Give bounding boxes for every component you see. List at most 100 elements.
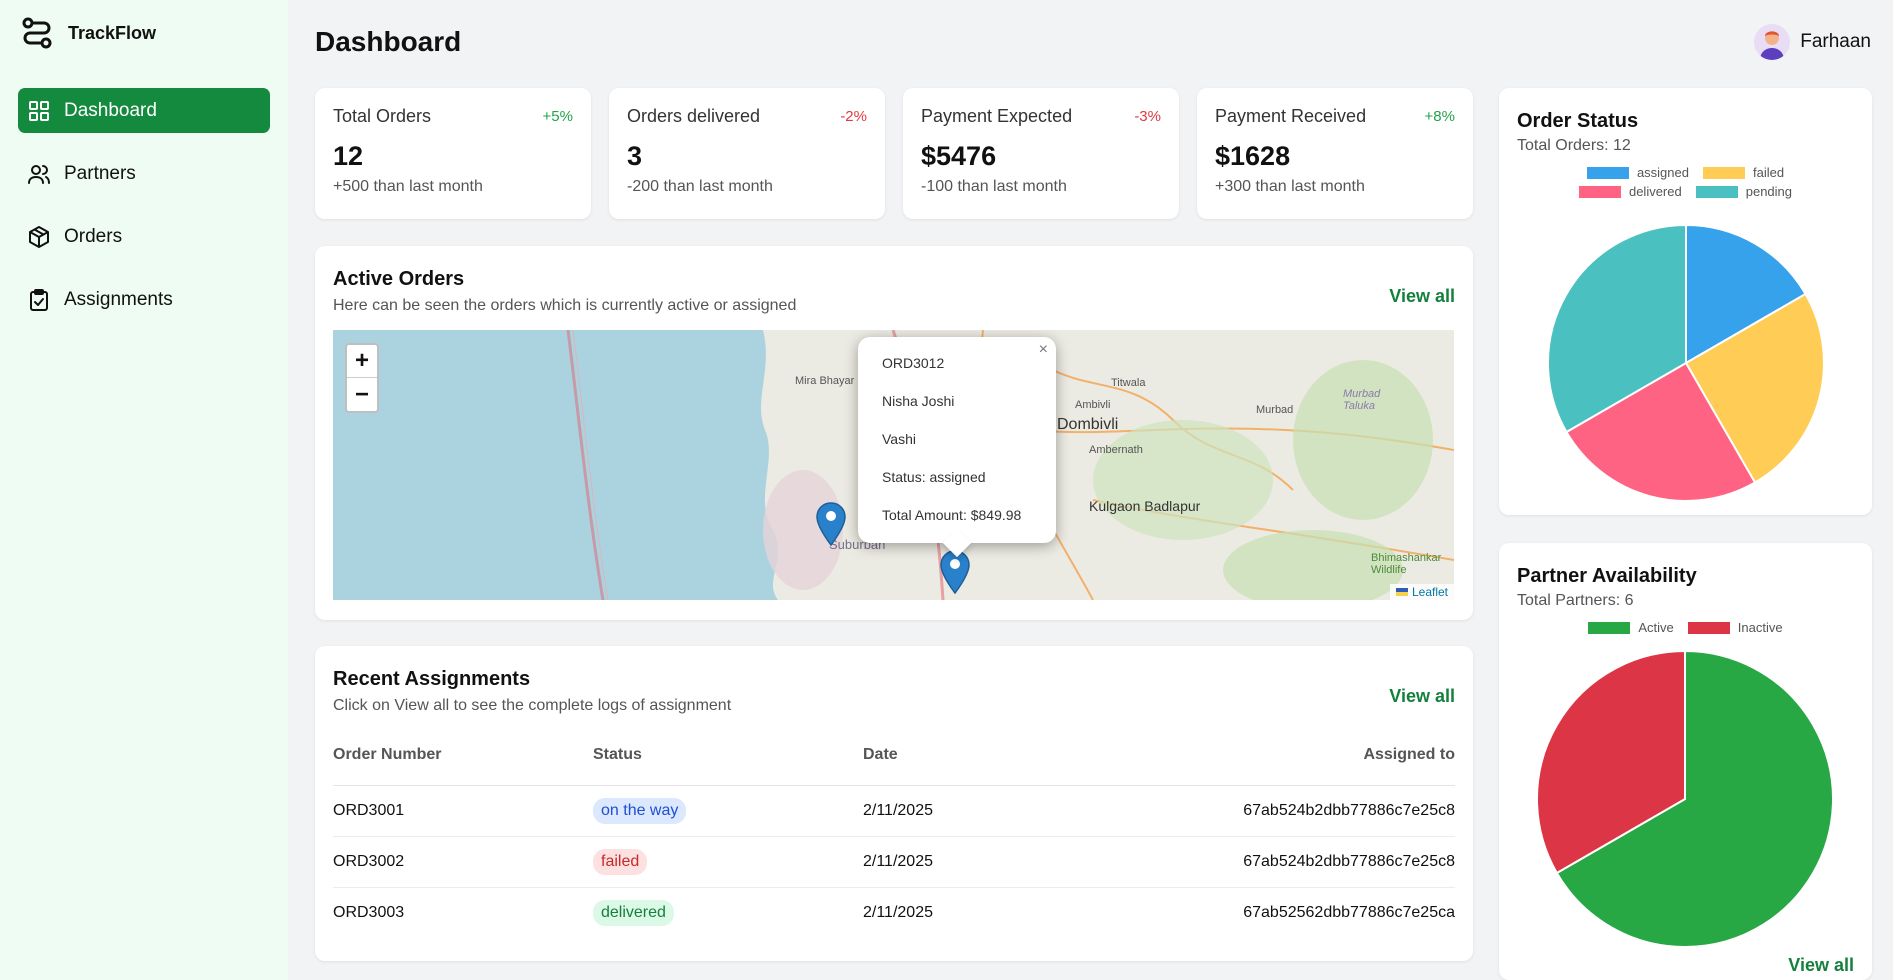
section-title: Active Orders (333, 268, 465, 290)
stat-value: 12 (333, 141, 364, 171)
legend-label: pending (1745, 184, 1793, 199)
sidebar: TrackFlow Dashboard Partners Orders Assi… (0, 0, 288, 980)
legend-item[interactable]: assigned (1586, 165, 1689, 180)
map-attribution[interactable]: Leaflet (1389, 584, 1454, 600)
legend-label: failed (1752, 165, 1785, 180)
avatar (1754, 24, 1791, 60)
stat-comparison: +300 than last month (1215, 178, 1365, 195)
sidebar-nav: Dashboard Partners Orders Assignments (18, 88, 270, 340)
user-menu[interactable]: Farhaan (1754, 24, 1871, 60)
recent-assignments-card: Recent Assignments Click on View all to … (315, 646, 1473, 961)
table-row[interactable]: ORD3003 delivered 2/11/2025 67ab52562dbb… (333, 887, 1455, 938)
status-badge: delivered (593, 899, 674, 926)
brand[interactable]: TrackFlow (20, 16, 156, 50)
legend-swatch (1588, 621, 1631, 634)
legend-item[interactable]: failed (1702, 165, 1785, 180)
partner-availability-card: Partner Availability Total Partners: 6 A… (1499, 543, 1872, 980)
user-name: Farhaan (1800, 31, 1871, 52)
route-logo-icon (22, 17, 52, 49)
column-header[interactable]: Status (593, 725, 863, 786)
stat-label: Total Orders (333, 106, 432, 126)
date: 2/11/2025 (863, 903, 933, 921)
date: 2/11/2025 (863, 836, 1011, 888)
sidebar-item-orders[interactable]: Orders (18, 214, 270, 259)
grid-icon (28, 100, 50, 122)
status-cell: failed (593, 836, 863, 888)
status-badge: failed (593, 848, 648, 875)
popup-status: Status: assigned (882, 469, 986, 485)
zoom-out-button[interactable]: − (347, 378, 377, 411)
assigned-to: 67ab524b2dbb77886c7e25c8 (1010, 785, 1455, 837)
popup-order-number: ORD3012 (882, 355, 945, 371)
view-all-link[interactable]: View all (1389, 686, 1455, 707)
column-header[interactable]: Date (863, 725, 1011, 786)
assigned-to: 67ab524b2dbb77886c7e25c8 (1010, 836, 1455, 888)
assigned-to: 67ab52562dbb77886c7e25ca (1243, 903, 1455, 921)
legend-label: assigned (1636, 165, 1689, 180)
stat-delta: -2% (840, 108, 867, 125)
order-status-card: Order Status Total Orders: 12 assigned f… (1499, 88, 1872, 515)
stat-value: $5476 (921, 141, 997, 171)
active-orders-card: Active Orders Here can be seen the order… (315, 246, 1473, 620)
legend-swatch (1687, 621, 1730, 634)
map-place-label: Murbad Taluka (1343, 388, 1381, 412)
column-header[interactable]: Assigned to (1010, 725, 1455, 786)
view-all-link[interactable]: View all (1389, 286, 1455, 307)
section-subtitle: Click on View all to see the complete lo… (333, 697, 732, 714)
map-marker-icon[interactable] (940, 550, 970, 594)
map-place-label: Murbad (1256, 404, 1294, 416)
zoom-in-button[interactable]: + (347, 345, 377, 378)
legend-label: Active (1638, 620, 1674, 635)
sidebar-item-partners[interactable]: Partners (18, 151, 270, 196)
map-marker-icon[interactable] (816, 502, 846, 546)
attribution-link[interactable]: Leaflet (1412, 585, 1448, 599)
legend-item[interactable]: delivered (1578, 184, 1682, 199)
legend-item[interactable]: Active (1588, 620, 1674, 635)
sidebar-item-dashboard[interactable]: Dashboard (18, 88, 270, 133)
legend-label: delivered (1628, 184, 1682, 199)
stat-comparison: -100 than last month (921, 178, 1067, 195)
partner-availability-pie-chart[interactable] (1535, 649, 1835, 949)
stat-card-orders-delivered: Orders delivered -2% 3 -200 than last mo… (609, 88, 885, 219)
section-subtitle: Here can be seen the orders which is cur… (333, 297, 797, 314)
legend-swatch (1578, 185, 1621, 198)
popup-location: Vashi (882, 431, 916, 447)
stat-label: Orders delivered (627, 106, 761, 126)
view-all-link[interactable]: View all (1788, 955, 1854, 976)
map-place-label: Dombivli (1057, 416, 1119, 433)
stat-card-payment-received: Payment Received +8% $1628 +300 than las… (1197, 88, 1473, 219)
table-row[interactable]: ORD3001 on the way 2/11/2025 67ab524b2db… (333, 785, 1455, 837)
status-cell: on the way (593, 785, 863, 837)
map-place-label: Ambernath (1089, 444, 1143, 456)
close-icon[interactable]: × (1039, 341, 1048, 359)
stat-delta: +8% (1424, 108, 1455, 125)
stat-comparison: -200 than last month (627, 178, 773, 195)
legend-swatch (1702, 166, 1745, 179)
users-icon (28, 163, 50, 185)
assignments-table: Order Number Status Date Assigned to ORD… (333, 725, 1455, 938)
stat-label: Payment Expected (921, 106, 1073, 126)
order-status-pie-chart[interactable] (1541, 218, 1831, 508)
column-header[interactable]: Order Number (333, 725, 593, 786)
status-cell: delivered (593, 887, 863, 938)
map-place-label: Ambivli (1075, 399, 1111, 411)
orders-map[interactable]: Mira Bhayar Titwala Ambivli Murbad Dombi… (333, 330, 1454, 600)
legend-item[interactable]: pending (1695, 184, 1793, 199)
sidebar-item-label: Orders (64, 225, 123, 247)
sidebar-item-assignments[interactable]: Assignments (18, 277, 270, 322)
map-zoom-control: + − (345, 343, 379, 413)
order-number: ORD3001 (333, 785, 593, 837)
legend-label: Inactive (1737, 620, 1783, 635)
stat-label: Payment Received (1215, 106, 1367, 126)
stat-comparison: +500 than last month (333, 178, 483, 195)
map-place-label: Bhimashankar Wildlife (1371, 552, 1442, 576)
legend-item[interactable]: Inactive (1687, 620, 1783, 635)
popup-customer-name: Nisha Joshi (882, 393, 955, 409)
table-row[interactable]: ORD3002 failed 2/11/2025 67ab524b2dbb778… (333, 836, 1455, 888)
stat-value: $1628 (1215, 141, 1291, 171)
stat-card-total-orders: Total Orders +5% 12 +500 than last month (315, 88, 591, 219)
app-name: TrackFlow (68, 22, 157, 43)
stat-value: 3 (627, 141, 643, 171)
date: 2/11/2025 (863, 785, 1011, 837)
clipboard-check-icon (28, 288, 50, 311)
